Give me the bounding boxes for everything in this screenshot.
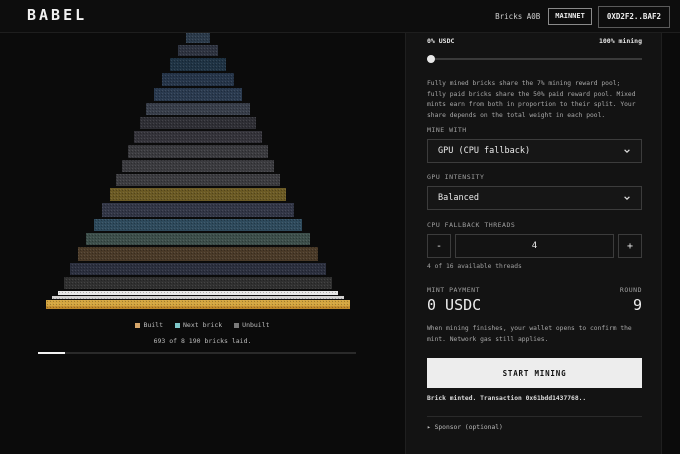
mine-with-value: GPU (CPU fallback) [438,146,531,156]
pyramid-tier-texture [154,88,242,101]
threads-hint: 4 of 16 available threads [427,263,522,270]
pyramid-visual [46,33,350,309]
pyramid-tier-texture [122,160,274,172]
pyramid-tier-texture [94,219,302,231]
mint-note: When mining finishes, your wallet opens … [427,325,632,343]
pyramid-tier-texture [70,263,326,275]
pyramid-tier-texture [110,188,286,201]
build-progress-bar [38,352,356,354]
pyramid-legend: Built Next brick Unbuilt [0,321,405,329]
pyramid-tier-texture [116,174,280,186]
mint-payment-label: MINT PAYMENT [427,286,480,294]
chevron-down-icon [624,149,630,154]
gpu-intensity-value: Balanced [438,193,479,203]
slider-handle[interactable] [427,55,435,63]
pyramid-tier-texture [78,247,318,261]
pyramid-tier-texture [128,145,268,158]
pyramid-tier-texture [162,73,234,86]
next-brick-swatch [175,322,181,328]
gpu-intensity-label: GPU INTENSITY [427,173,485,181]
pyramid-tier-texture [58,291,338,295]
payment-split-labels: 0% USDC 100% mining [427,37,642,45]
header-actions: Bricks A0B MAINNET 0XD2F2..BAF2 [495,6,670,28]
pyramid-tier-texture [86,233,310,245]
section-divider [427,416,642,417]
pyramid-tier-texture [102,203,294,217]
network-badge[interactable]: MAINNET [548,8,592,26]
reward-description: Fully mined bricks share the 7% mining r… [427,80,636,119]
wallet-button[interactable]: 0XD2F2..BAF2 [597,6,670,28]
pyramid-tier-texture [170,58,226,71]
payment-labels-row: MINT PAYMENT ROUND [427,286,642,294]
build-progress-fill [38,352,66,354]
mint-payment-value: 0 USDC [427,296,482,314]
built-swatch [135,322,141,328]
threads-input[interactable]: 4 [455,234,614,258]
pyramid-tier-texture [178,45,218,56]
unbuilt-swatch [234,322,240,328]
bricks-link[interactable]: Bricks A0B [495,12,540,21]
mine-with-select[interactable]: GPU (CPU fallback) [427,139,642,163]
round-label: ROUND [619,286,642,294]
gpu-intensity-select[interactable]: Balanced [427,186,642,210]
pyramid-tier-texture [52,296,344,299]
pyramid-tier-texture [186,33,210,43]
legend-unbuilt: Unbuilt [234,321,270,329]
cpu-threads-label: CPU FALLBACK THREADS [427,221,516,229]
sponsor-toggle[interactable]: ▸ Sponsor (optional) [427,424,642,431]
legend-built: Built [135,321,163,329]
start-mining-button[interactable]: START MINING [427,358,642,388]
legend-next-brick: Next brick [175,321,222,329]
cpu-threads-stepper: - 4 + [427,234,642,258]
payment-split-slider[interactable] [427,58,642,60]
pyramid-tier-texture [64,277,332,289]
app-logo[interactable]: BABEL [27,6,87,24]
slider-right-label: 100% mining [598,37,642,45]
mine-with-label: MINE WITH [427,126,467,134]
mining-panel: 0% USDC 100% mining Fully mined bricks s… [405,33,662,454]
pyramid-panel: Built Next brick Unbuilt 693 of 8 190 br… [0,33,405,454]
top-bar: BABEL Bricks A0B MAINNET 0XD2F2..BAF2 [0,0,680,33]
pyramid-tier-texture [134,131,262,143]
round-value: 9 [632,296,642,314]
pyramid-tier-texture [146,103,250,115]
payment-values-row: 0 USDC 9 [427,296,642,314]
chevron-down-icon [624,196,630,201]
pyramid-tier-texture [46,306,350,309]
mint-status: Brick minted. Transaction 0x61bdd1437768… [427,395,587,402]
pyramid-tier-texture [140,117,256,129]
threads-decrement-button[interactable]: - [427,234,451,258]
slider-left-label: 0% USDC [427,37,455,45]
bricks-count: 693 of 8 190 bricks laid. [153,337,252,345]
pyramid-tier-texture [46,300,350,306]
threads-increment-button[interactable]: + [618,234,642,258]
